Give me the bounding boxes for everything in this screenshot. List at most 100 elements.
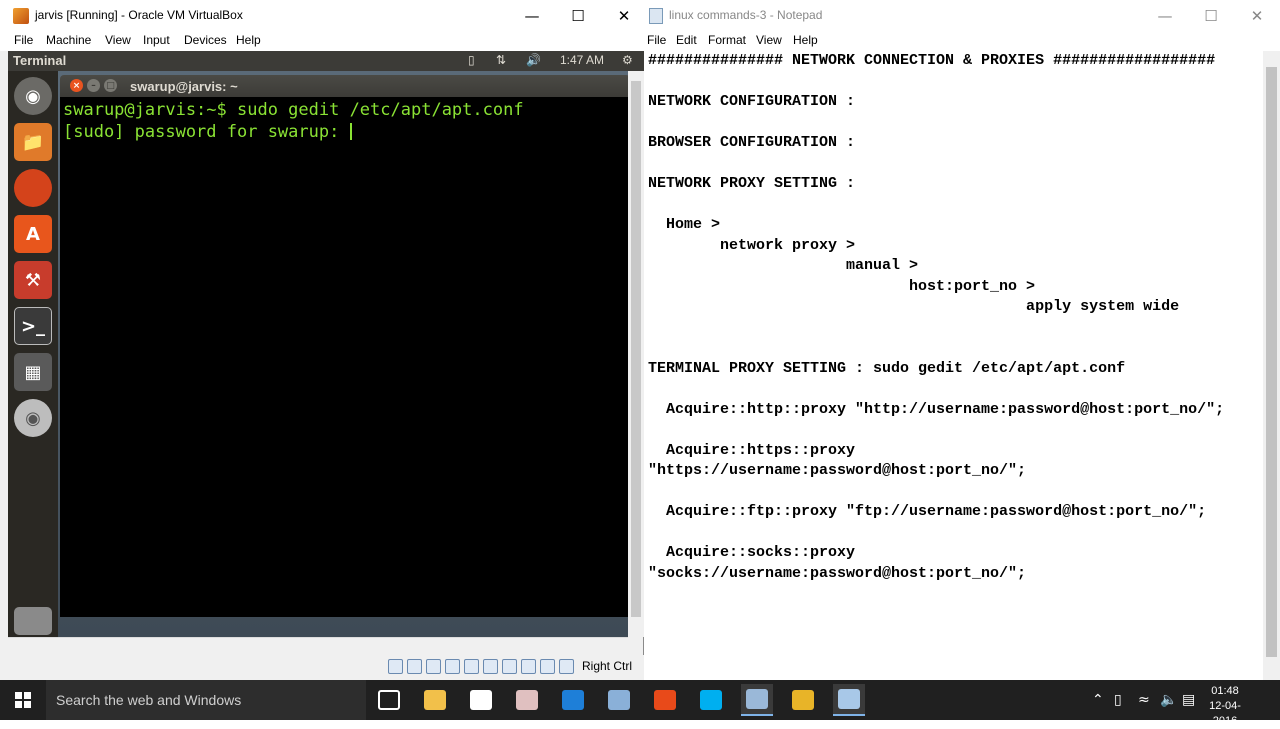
notepad-close-icon[interactable]: ✕ [1234,0,1280,31]
battery-icon[interactable]: ▯ [468,53,475,67]
chrome-icon[interactable] [787,684,819,716]
notepad-vertical-scrollbar[interactable] [1263,51,1280,680]
menu-file[interactable]: File [14,33,33,47]
optical-drive-icon[interactable] [407,659,422,674]
terminal-titlebar[interactable]: × – □ swarup@jarvis: ~ [60,75,630,97]
menu-view[interactable]: View [105,33,131,47]
windows-logo-icon [15,692,31,708]
store-icon-glyph [470,690,492,710]
virtualbox-titlebar[interactable]: jarvis [Running] - Oracle VM VirtualBox … [0,0,644,31]
notepad-icon-glyph [838,689,860,709]
scrollbar-thumb[interactable] [631,81,641,617]
volume-icon[interactable]: 🔊 [526,53,541,67]
guest-vertical-scrollbar[interactable] [628,71,644,637]
maximize-icon[interactable]: ☐ [555,0,601,31]
menu-devices[interactable]: Devices [184,33,227,47]
system-settings-icon[interactable]: ⚒ [14,261,52,299]
snipping-tool-icon[interactable] [603,684,635,716]
dash-icon[interactable]: ◉ [14,77,52,115]
notepad-app-icon [649,8,663,24]
cpu-icon[interactable] [540,659,555,674]
notepad-maximize-icon[interactable]: ☐ [1188,0,1234,31]
virtualbox-icon[interactable] [741,684,773,716]
skype-icon[interactable] [695,684,727,716]
guest-screen[interactable]: Terminal ▯ ⇅ 🔊 1:47 AM ⚙ ◉ 📁 A ⚒ >_ ▦ ◉ … [8,51,644,637]
notepad-line: TERMINAL PROXY SETTING : sudo gedit /etc… [648,359,1126,377]
notepad-line: Acquire::http::proxy "http://username:pa… [648,400,1225,418]
notepad-line [648,523,1260,544]
show-hidden-icons-icon[interactable]: ⌃ [1092,692,1104,708]
terminal-output[interactable]: swarup@jarvis:~$ sudo gedit /etc/apt/apt… [60,97,630,617]
menu-machine[interactable]: Machine [46,33,91,47]
wifi-icon[interactable]: ≈ [1138,692,1150,708]
notepad-menu-format[interactable]: Format [708,33,746,47]
paint-icon[interactable] [511,684,543,716]
display-icon[interactable] [502,659,517,674]
battery-tray-icon[interactable]: ▯ [1114,692,1122,708]
notepad-titlebar[interactable]: linux commands-3 - Notepad — ☐ ✕ [645,0,1280,31]
usb-icon[interactable] [464,659,479,674]
notepad-menu-view[interactable]: View [756,33,782,47]
terminal-minimize-icon[interactable]: – [87,79,100,92]
close-icon[interactable]: ✕ [601,0,647,31]
video-capture-icon[interactable] [521,659,536,674]
office-icon-glyph [654,690,676,710]
files-icon[interactable]: 📁 [14,123,52,161]
clock-date: 12-04-2016 [1209,700,1241,727]
trash-icon[interactable] [14,607,52,635]
terminal-close-icon[interactable]: × [70,79,83,92]
windows-taskbar: Search the web and Windows ⌃ ▯ ≈ 🔈 ▤ 01:… [0,680,1280,727]
minimize-icon[interactable]: — [509,0,555,31]
terminal-icon[interactable]: >_ [14,307,52,345]
menu-input[interactable]: Input [143,33,170,47]
volume-tray-icon[interactable]: 🔈 [1160,692,1177,708]
terminal-window[interactable]: × – □ swarup@jarvis: ~ swarup@jarvis:~$ … [60,75,630,617]
taskbar-search-box[interactable]: Search the web and Windows [46,680,366,720]
workspace-switcher-icon[interactable]: ▦ [14,353,52,391]
notepad-line: apply system wide [648,298,1180,315]
settings-gear-icon[interactable]: ⚙ [622,53,633,67]
shared-folder-icon[interactable] [483,659,498,674]
taskbar-clock[interactable]: 01:48 12-04-2016 [1198,684,1252,729]
terminal-maximize-icon[interactable]: □ [104,79,117,92]
notepad-line: BROWSER CONFIGURATION : [648,134,856,151]
notepad-line: ############### NETWORK CONNECTION & PRO… [648,52,1216,69]
store-icon[interactable] [465,684,497,716]
notepad-icon[interactable] [833,684,865,716]
action-center-icon[interactable]: ▤ [1182,692,1195,708]
notepad-menu-edit[interactable]: Edit [676,33,697,47]
dvd-icon[interactable]: ◉ [14,399,52,437]
notepad-line: NETWORK PROXY SETTING : [648,175,856,192]
office-icon[interactable] [649,684,681,716]
mouse-integration-icon[interactable] [559,659,574,674]
hard-disk-icon[interactable] [388,659,403,674]
menu-help[interactable]: Help [236,33,261,47]
terminal-cursor [349,123,352,140]
notepad-minimize-icon[interactable]: — [1142,0,1188,31]
guest-clock[interactable]: 1:47 AM [560,53,604,67]
audio-icon[interactable] [426,659,441,674]
notepad-menubar: File Edit Format View Help [645,31,1280,51]
notepad-line [648,379,1260,400]
scrollbar-thumb[interactable] [1266,67,1277,657]
notepad-text-area[interactable]: ############### NETWORK CONNECTION & PRO… [645,51,1263,680]
notepad-menu-file[interactable]: File [647,33,666,47]
notepad-line: host:port_no > [648,277,1036,295]
guest-horizontal-scrollbar[interactable] [8,637,628,655]
virtualbox-title: jarvis [Running] - Oracle VM VirtualBox [35,8,243,22]
guest-desktop: × – □ swarup@jarvis: ~ swarup@jarvis:~$ … [58,71,644,637]
network-adapter-icon[interactable] [445,659,460,674]
skype-icon-glyph [700,690,722,710]
start-button[interactable] [0,680,46,720]
task-view-icon[interactable] [373,684,405,716]
edge-icon[interactable] [557,684,589,716]
notepad-title: linux commands-3 - Notepad [669,8,823,22]
firefox-icon[interactable] [14,169,52,207]
software-center-icon[interactable]: A [14,215,52,253]
terminal-line: swarup@jarvis:~$ sudo gedit /etc/apt/apt… [63,100,524,120]
host-key-label: Right Ctrl [582,659,633,673]
notepad-menu-help[interactable]: Help [793,33,818,47]
file-explorer-icon[interactable] [419,684,451,716]
notepad-line [648,113,1260,134]
network-icon[interactable]: ⇅ [496,53,506,67]
